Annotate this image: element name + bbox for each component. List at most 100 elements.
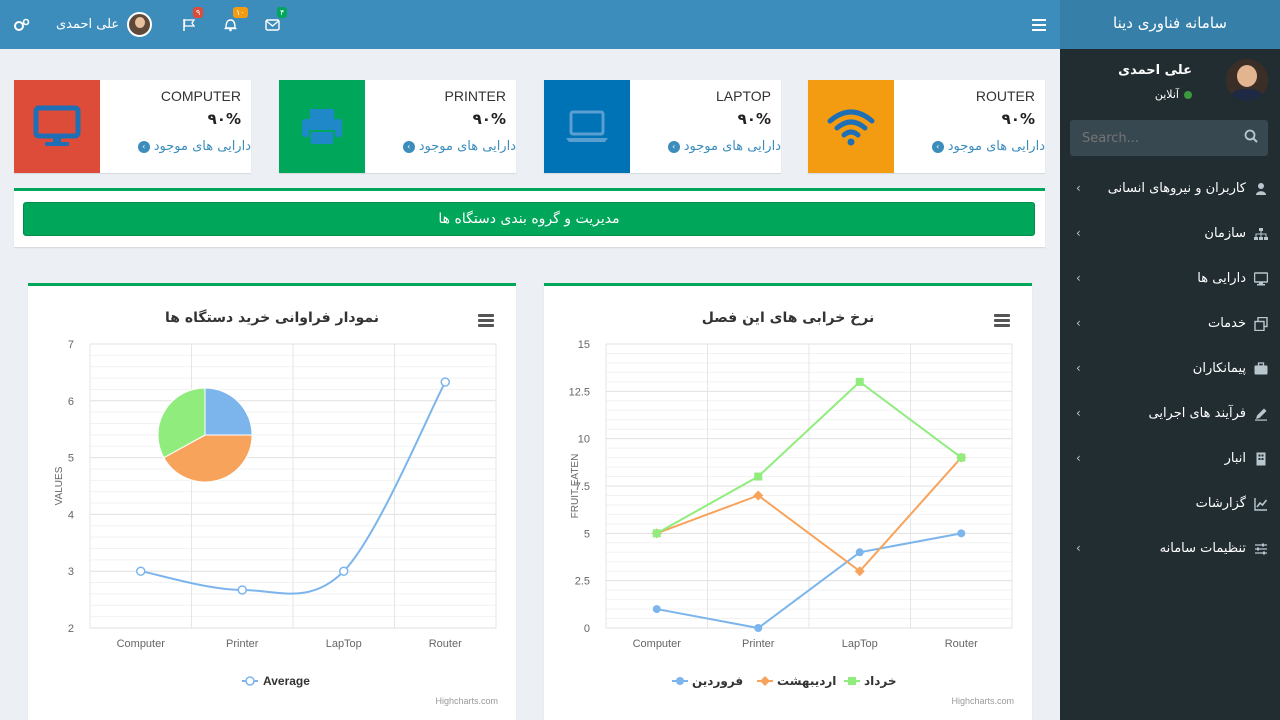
- y-axis-label: VALUES: [54, 466, 65, 505]
- y-tick-label: 2.5: [575, 576, 590, 588]
- legend-label: خرداد: [864, 674, 897, 688]
- user-icon: [1256, 182, 1266, 195]
- legend-label: Average: [263, 674, 310, 688]
- sidebar-item-contractors[interactable]: ‹ پیمانکاران: [1060, 346, 1280, 391]
- sidebar-item-services[interactable]: ‹ خدمات: [1060, 301, 1280, 346]
- pie-slice: [204, 387, 253, 436]
- sidebar: علی احمدی آنلاین ‹ کاربران و نیروهای انس…: [1060, 49, 1280, 720]
- y-tick-label: 15: [578, 339, 590, 351]
- failure-rate-chart: نرخ خرابی های این فصل02.557.51012.515Com…: [569, 310, 1014, 706]
- y-tick-label: 4: [68, 509, 74, 521]
- y-tick-label: 5: [68, 453, 74, 465]
- arrow-circle-left-icon: ‹: [402, 140, 415, 153]
- data-point: [440, 377, 450, 387]
- sidebar-user-name: علی احمدی: [1118, 63, 1192, 78]
- chart-credit: Highcharts.com: [435, 696, 498, 706]
- clone-icon: [1254, 316, 1268, 331]
- sidebar-item-reports[interactable]: گزارشات: [1060, 481, 1280, 526]
- y-tick-label: 12.5: [569, 386, 590, 398]
- chevron-left-icon: ‹: [1076, 541, 1081, 555]
- data-point: [855, 377, 864, 386]
- legend-label: اردیبهشت: [777, 674, 836, 688]
- legend-marker: [245, 676, 255, 686]
- data-point: [652, 605, 661, 614]
- y-tick-label: 6: [68, 396, 74, 408]
- info-box-printer: PRINTER ۹۰% ‹ دارایی های موجود: [279, 80, 516, 173]
- avatar: [1226, 59, 1268, 101]
- search-input[interactable]: [1070, 120, 1268, 156]
- desktop-icon: [1254, 271, 1268, 285]
- sidebar-item-users[interactable]: ‹ کاربران و نیروهای انسانی: [1060, 166, 1280, 211]
- chart-menu-icon[interactable]: [994, 314, 1010, 328]
- flag-icon[interactable]: ۹: [182, 0, 204, 49]
- user-name: علی احمدی: [56, 17, 120, 32]
- y-axis-label: FRUIT EATEN: [570, 454, 581, 519]
- sitemap-icon: [1254, 227, 1268, 240]
- chevron-left-icon: ‹: [1076, 361, 1081, 375]
- chevron-left-icon: ‹: [1076, 451, 1081, 465]
- sidebar-item-label: خدمات: [1207, 316, 1246, 331]
- arrow-circle-left-icon: ‹: [931, 140, 944, 153]
- info-box-laptop: LAPTOP ۹۰% ‹ دارایی های موجود: [544, 80, 781, 173]
- info-value: ۹۰%: [737, 110, 771, 128]
- arrow-circle-left-icon: ‹: [137, 140, 150, 153]
- y-tick-label: 7: [68, 339, 74, 351]
- assets-link[interactable]: ‹ دارایی های موجود: [402, 139, 516, 154]
- data-point: [136, 566, 146, 576]
- sidebar-item-processes[interactable]: ‹ فرآیند های اجرایی: [1060, 391, 1280, 436]
- search-icon[interactable]: [1244, 129, 1258, 143]
- manage-devices-box: مدیریت و گروه بندی دستگاه ها: [14, 188, 1045, 247]
- legend-marker: [760, 676, 770, 686]
- x-tick-label: Computer: [633, 638, 682, 650]
- edit-icon: [1255, 408, 1267, 421]
- info-value: ۹۰%: [1001, 110, 1035, 128]
- top-navbar: علی احمدی ۹ ۱۰ ۴: [0, 0, 1060, 49]
- sliders-icon: [1255, 543, 1267, 554]
- info-link-label: دارایی های موجود: [947, 139, 1045, 154]
- sidebar-user-panel: علی احمدی آنلاین: [1060, 49, 1280, 115]
- user-menu[interactable]: علی احمدی: [56, 0, 153, 49]
- avatar: [127, 12, 153, 37]
- failure-rate-chart-panel: نرخ خرابی های این فصل 0 2.5 5 7.5 10 12.5 15 Com…: [544, 283, 1032, 720]
- online-dot-icon: [1184, 90, 1192, 99]
- info-title: PRINTER: [444, 88, 506, 104]
- bell-icon[interactable]: ۱۰: [223, 0, 248, 49]
- sidebar-item-warehouse[interactable]: ‹ انبار: [1060, 436, 1280, 481]
- x-tick-label: Printer: [742, 638, 775, 650]
- data-point: [754, 624, 763, 632]
- info-icon-bg: [14, 80, 100, 173]
- legend-marker: [848, 677, 856, 685]
- info-link-label: دارایی های موجود: [683, 139, 781, 154]
- sidebar-item-label: دارایی ها: [1197, 271, 1246, 286]
- purchase-frequency-chart-panel: نمودار فراوانی خرید دستگاه ها 2 3 4 5 6 7 Compu…: [28, 283, 516, 720]
- x-tick-label: Computer: [117, 638, 166, 650]
- y-tick-label: 2: [68, 623, 74, 635]
- assets-link[interactable]: ‹ دارایی های موجود: [931, 139, 1045, 154]
- manage-devices-button[interactable]: مدیریت و گروه بندی دستگاه ها: [23, 202, 1035, 236]
- info-icon-bg: [808, 80, 894, 173]
- assets-link[interactable]: ‹ دارایی های موجود: [137, 139, 251, 154]
- brand-logo[interactable]: سامانه فناوری دینا: [1060, 0, 1280, 49]
- sidebar-item-assets[interactable]: ‹ دارایی ها: [1060, 256, 1280, 301]
- chevron-left-icon: ‹: [1076, 271, 1081, 285]
- chart-menu-icon[interactable]: [478, 314, 494, 328]
- bell-badge: ۱۰: [233, 7, 248, 18]
- y-tick-label: 3: [68, 566, 74, 578]
- settings-icon[interactable]: [14, 0, 30, 49]
- info-title: LAPTOP: [716, 88, 771, 104]
- purchase-frequency-chart: نمودار فراوانی خرید دستگاه ها 2 3 4 5 6 7 Compu…: [54, 309, 498, 706]
- online-status: آنلاین: [1155, 88, 1192, 101]
- y-tick-label: 5: [584, 528, 590, 540]
- info-link-label: دارایی های موجود: [153, 139, 251, 154]
- sidebar-toggle-icon[interactable]: [1032, 0, 1046, 49]
- sidebar-item-organization[interactable]: ‹ سازمان: [1060, 211, 1280, 256]
- assets-link[interactable]: ‹ دارایی های موجود: [667, 139, 781, 154]
- chevron-left-icon: ‹: [1076, 181, 1081, 195]
- info-icon-bg: [544, 80, 630, 173]
- laptop-icon: [566, 110, 608, 142]
- info-value: ۹۰%: [207, 110, 241, 128]
- sidebar-item-label: سازمان: [1204, 226, 1246, 241]
- data-point: [237, 585, 247, 595]
- envelope-icon[interactable]: ۴: [265, 0, 288, 49]
- sidebar-item-settings[interactable]: ‹ تنظیمات سامانه: [1060, 526, 1280, 571]
